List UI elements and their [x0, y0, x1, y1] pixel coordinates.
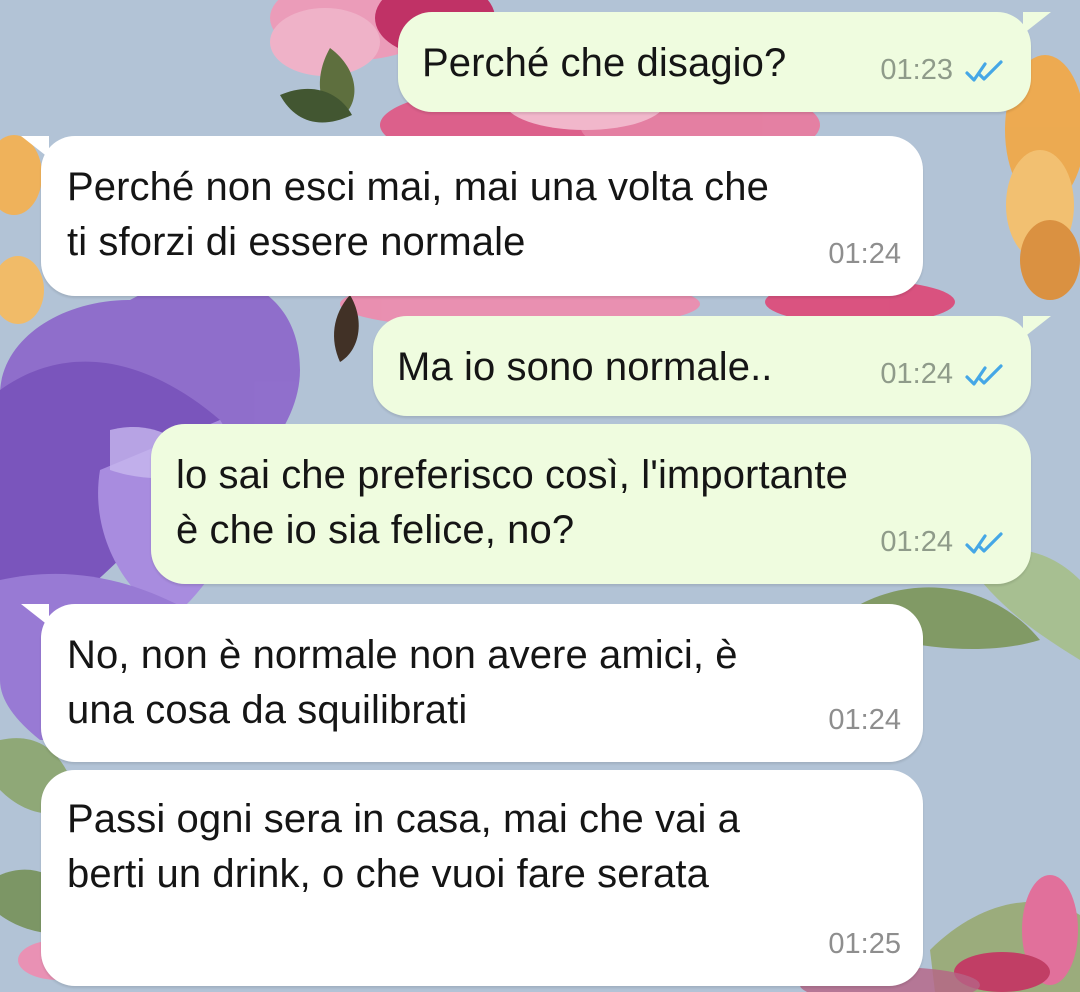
message-meta: 01:25: [828, 917, 901, 972]
message-meta: 01:24: [880, 347, 1009, 402]
message-time: 01:24: [828, 704, 901, 736]
double-check-icon: [963, 362, 1009, 388]
message-time: 01:24: [880, 526, 953, 558]
message-text: No, non è normale non avere amici, è una…: [67, 633, 738, 732]
message-text: Perché non esci mai, mai una volta che t…: [67, 165, 769, 264]
message-bubble-incoming[interactable]: Perché non esci mai, mai una volta che t…: [21, 136, 923, 296]
message-text: Passi ogni sera in casa, mai che vai a b…: [67, 797, 741, 896]
message-meta: 01:24: [880, 515, 1009, 570]
message-bubble-outgoing[interactable]: Perché che disagio? 01:23: [398, 12, 1051, 112]
message-bubble-outgoing[interactable]: Ma io sono normale.. 01:24: [373, 316, 1051, 416]
message-meta: 01:24: [828, 693, 901, 748]
message-time: 01:24: [880, 358, 953, 390]
message-meta: 01:23: [880, 43, 1009, 98]
message-time: 01:23: [880, 54, 953, 86]
message-time: 01:25: [828, 928, 901, 960]
chat-messages: Perché che disagio? 01:23 Perché non esc…: [0, 0, 1080, 992]
message-text: Ma io sono normale..: [397, 345, 773, 389]
message-bubble-incoming[interactable]: Passi ogni sera in casa, mai che vai a b…: [41, 770, 923, 986]
message-text: lo sai che preferisco così, l'importante…: [176, 453, 848, 552]
message-meta: 01:24: [828, 227, 901, 282]
message-bubble-incoming[interactable]: No, non è normale non avere amici, è una…: [21, 604, 923, 762]
double-check-icon: [963, 58, 1009, 84]
message-time: 01:24: [828, 238, 901, 270]
message-bubble-outgoing[interactable]: lo sai che preferisco così, l'importante…: [151, 424, 1031, 584]
message-text: Perché che disagio?: [422, 41, 787, 85]
double-check-icon: [963, 530, 1009, 556]
